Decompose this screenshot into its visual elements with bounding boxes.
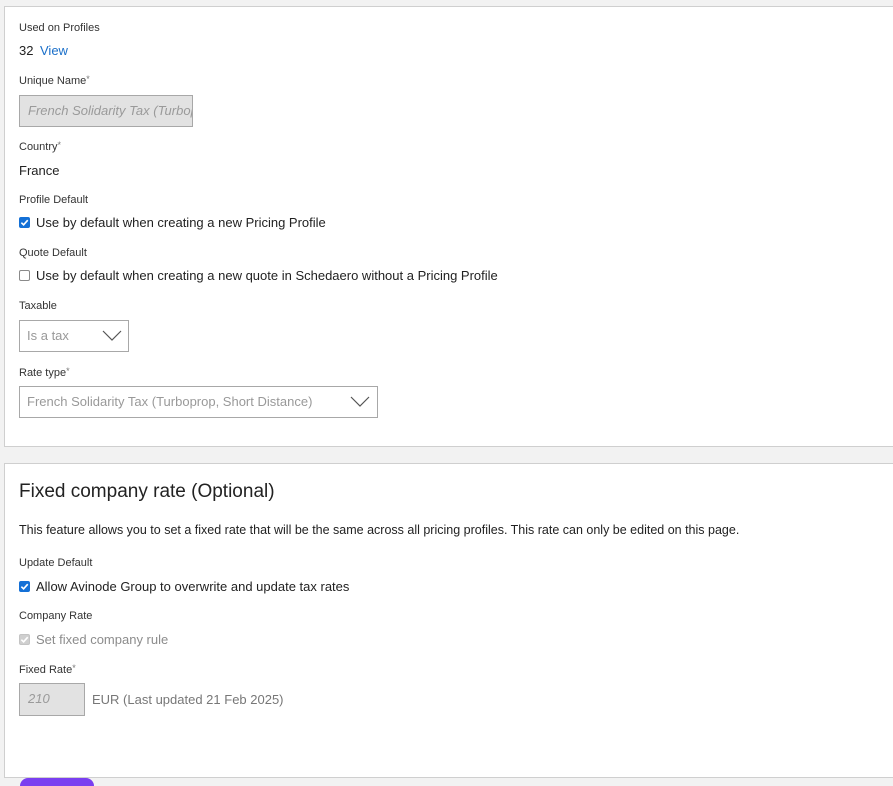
chevron-down-icon <box>102 330 122 341</box>
used-on-profiles-count: 32 <box>19 43 34 58</box>
quote-default-label: Quote Default <box>19 247 87 259</box>
quote-default-checkbox-label[interactable]: Use by default when creating a new quote… <box>36 268 498 283</box>
profile-default-checkbox-label[interactable]: Use by default when creating a new Prici… <box>36 215 326 230</box>
profile-default-label: Profile Default <box>19 194 89 206</box>
fixed-company-rate-description: This feature allows you to set a fixed r… <box>19 523 740 537</box>
profile-default-checkbox[interactable] <box>19 217 30 228</box>
country-label: Country* <box>19 140 62 153</box>
rate-type-select[interactable]: French Solidarity Tax (Turboprop, Short … <box>19 386 378 418</box>
checkmark-icon <box>20 636 29 644</box>
fixed-company-rate-panel: Fixed company rate (Optional) This featu… <box>4 463 893 778</box>
profile-default-checkbox-row[interactable]: Use by default when creating a new Prici… <box>19 215 326 230</box>
company-rate-checkbox-row: Set fixed company rule <box>19 632 168 647</box>
checkmark-icon <box>20 583 29 591</box>
update-default-label: Update Default <box>19 557 93 569</box>
used-on-profiles-label: Used on Profiles <box>19 22 100 34</box>
view-profiles-link[interactable]: View <box>40 43 68 58</box>
quote-default-checkbox[interactable] <box>19 270 30 281</box>
company-rate-label: Company Rate <box>19 610 93 622</box>
fixed-rate-unit-text: EUR (Last updated 21 Feb 2025) <box>92 692 284 707</box>
fixed-company-rate-title: Fixed company rate (Optional) <box>19 481 275 502</box>
rate-type-label: Rate type* <box>19 366 70 379</box>
chevron-down-icon <box>350 396 370 407</box>
update-default-checkbox-row[interactable]: Allow Avinode Group to overwrite and upd… <box>19 579 349 594</box>
checkmark-icon <box>20 219 29 227</box>
taxable-selected-value: Is a tax <box>27 328 69 343</box>
country-value: France <box>19 163 60 178</box>
company-rate-checkbox-label: Set fixed company rule <box>36 632 169 647</box>
quote-default-checkbox-row[interactable]: Use by default when creating a new quote… <box>19 268 498 283</box>
unique-name-label: Unique Name* <box>19 74 90 87</box>
taxable-label: Taxable <box>19 300 57 312</box>
fixed-rate-input[interactable]: 210 <box>19 683 85 716</box>
update-default-checkbox-label[interactable]: Allow Avinode Group to overwrite and upd… <box>36 579 349 594</box>
unique-name-input[interactable]: French Solidarity Tax (Turboprop, Short … <box>19 95 193 127</box>
tax-details-panel: Used on Profiles 32 View Unique Name* Fr… <box>4 6 893 447</box>
company-rate-checkbox <box>19 634 30 645</box>
fixed-rate-label: Fixed Rate* <box>19 663 76 676</box>
update-default-checkbox[interactable] <box>19 581 30 592</box>
taxable-select[interactable]: Is a tax <box>19 320 129 352</box>
purple-action-button[interactable] <box>20 778 94 786</box>
rate-type-selected-value: French Solidarity Tax (Turboprop, Short … <box>27 394 313 409</box>
